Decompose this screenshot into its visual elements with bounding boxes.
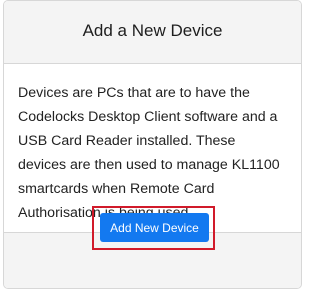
card-description: Devices are PCs that are to have the Cod… — [18, 85, 280, 221]
card-title: Add a New Device — [82, 20, 223, 40]
card-header: Add a New Device — [4, 1, 301, 64]
add-new-device-button[interactable]: Add New Device — [100, 213, 209, 242]
